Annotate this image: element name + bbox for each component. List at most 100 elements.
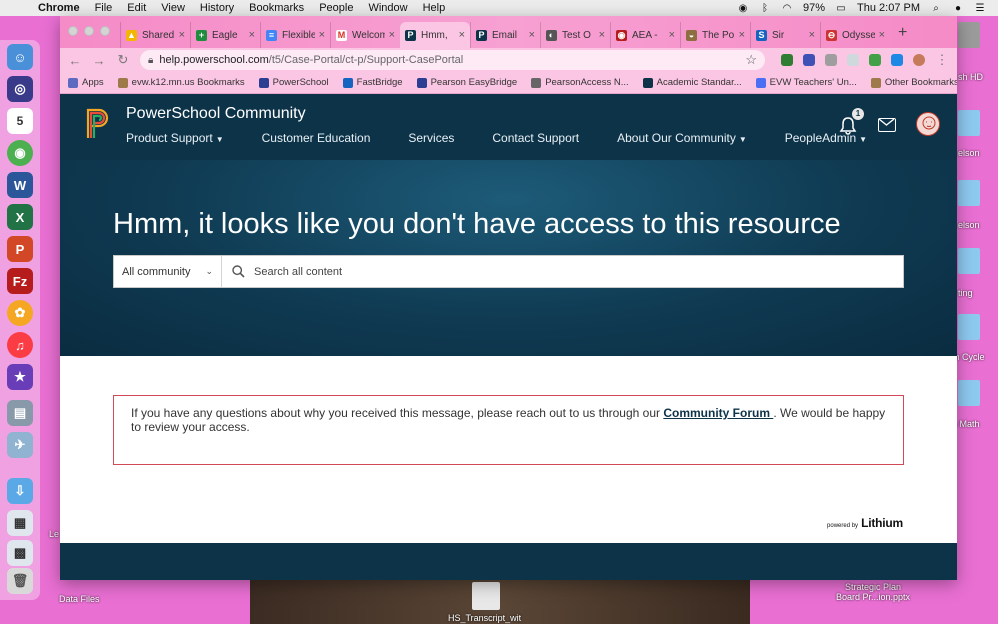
nav-item[interactable]: Services: [408, 131, 454, 145]
tab-close-icon[interactable]: ×: [599, 29, 605, 41]
community-forum-link[interactable]: Community Forum: [663, 406, 773, 420]
desktop-folder-icon[interactable]: [958, 314, 980, 340]
tab-close-icon[interactable]: ×: [459, 29, 465, 41]
menu-app-name[interactable]: Chrome: [38, 2, 80, 14]
address-bar[interactable]: 🔒︎ help.powerschool.com /t5/Case-Portal/…: [140, 50, 765, 70]
browser-tab[interactable]: ◐ Test O ×: [540, 22, 610, 48]
nav-item[interactable]: Product Support ▼: [126, 131, 224, 145]
messages-mail-icon[interactable]: [878, 118, 896, 132]
bookmark-item[interactable]: EVW Teachers' Un...: [755, 77, 857, 88]
nav-item[interactable]: Contact Support: [492, 131, 579, 145]
zoom-window-button[interactable]: [100, 26, 110, 36]
desktop-folder-icon[interactable]: [958, 248, 980, 274]
browser-tab[interactable]: ⊖ Odyssey ×: [820, 22, 890, 48]
siri-dock-icon[interactable]: ◎: [7, 76, 33, 102]
browser-tab[interactable]: ≡ Flexible ×: [260, 22, 330, 48]
bookmark-item[interactable]: Apps: [68, 77, 104, 88]
screenshot-app-icon[interactable]: ▤: [7, 400, 33, 426]
menu-help[interactable]: Help: [423, 2, 446, 14]
desktop-folder-icon[interactable]: [958, 180, 980, 206]
bookmark-item[interactable]: Academic Standar...: [642, 77, 742, 88]
music-icon[interactable]: ♫: [7, 332, 33, 358]
documents-stack-icon[interactable]: ▦: [7, 510, 33, 536]
bookmark-item[interactable]: Other Bookmarks: [870, 77, 957, 88]
browser-tab[interactable]: ◒ The Po ×: [680, 22, 750, 48]
tab-close-icon[interactable]: ×: [179, 29, 185, 41]
tab-close-icon[interactable]: ×: [739, 29, 745, 41]
nav-item[interactable]: Customer Education: [262, 131, 371, 145]
apps-stack-icon[interactable]: ▩: [7, 540, 33, 566]
downloads-folder-icon[interactable]: ⇩: [7, 478, 33, 504]
bookmark-item[interactable]: FastBridge: [342, 77, 403, 88]
forward-button[interactable]: →: [92, 53, 106, 68]
clock[interactable]: Thu 2:07 PM: [857, 2, 920, 14]
spotlight-search-icon[interactable]: ⌕: [930, 3, 942, 14]
site-title[interactable]: PowerSchool Community: [126, 105, 306, 123]
extension-icon[interactable]: [803, 54, 815, 66]
transcript-file-icon[interactable]: [472, 582, 500, 610]
extension-icon[interactable]: [781, 54, 793, 66]
hard-drive-icon[interactable]: [958, 22, 980, 48]
siri-icon[interactable]: ●: [952, 3, 964, 14]
tab-close-icon[interactable]: ×: [389, 29, 395, 41]
menu-history[interactable]: History: [200, 2, 234, 14]
tab-close-icon[interactable]: ×: [879, 29, 885, 41]
powerschool-logo-icon[interactable]: [84, 106, 112, 140]
powerpoint-icon[interactable]: P: [7, 236, 33, 262]
nav-item[interactable]: About Our Community ▼: [617, 131, 747, 145]
user-avatar[interactable]: [916, 112, 940, 136]
wifi-icon[interactable]: ◠: [781, 3, 793, 14]
search-input[interactable]: Search all content: [222, 256, 903, 287]
search-scope-select[interactable]: All community ⌄: [114, 256, 222, 287]
trash-icon[interactable]: 🗑: [7, 568, 33, 594]
chrome-icon[interactable]: ◉: [7, 140, 33, 166]
lock-icon[interactable]: 🔒︎: [148, 55, 153, 66]
filezilla-icon[interactable]: Fz: [7, 268, 33, 294]
tab-close-icon[interactable]: ×: [529, 29, 535, 41]
reload-button[interactable]: ↻: [116, 52, 130, 68]
notification-center-icon[interactable]: ☰: [974, 3, 986, 14]
extension-icon[interactable]: [847, 54, 859, 66]
bookmark-item[interactable]: Pearson EasyBridge: [416, 77, 517, 88]
bookmark-item[interactable]: PearsonAccess N...: [531, 77, 629, 88]
close-window-button[interactable]: [68, 26, 78, 36]
tab-close-icon[interactable]: ×: [669, 29, 675, 41]
finder-icon[interactable]: ☺: [7, 44, 33, 70]
browser-tab[interactable]: P Email ×: [470, 22, 540, 48]
browser-tab[interactable]: + Eagle ×: [190, 22, 260, 48]
calendar-icon[interactable]: 5: [7, 108, 33, 134]
excel-icon[interactable]: X: [7, 204, 33, 230]
tab-close-icon[interactable]: ×: [249, 29, 255, 41]
bookmark-star-icon[interactable]: ☆: [745, 52, 757, 68]
bookmark-item[interactable]: evw.k12.mn.us Bookmarks: [117, 77, 245, 88]
browser-tab[interactable]: M Welcome ×: [330, 22, 400, 48]
creative-cloud-icon[interactable]: ◉: [737, 3, 749, 14]
menu-edit[interactable]: Edit: [127, 2, 146, 14]
profile-avatar-icon[interactable]: [913, 54, 925, 66]
imovie-icon[interactable]: ★: [7, 364, 33, 390]
minimize-window-button[interactable]: [84, 26, 94, 36]
word-icon[interactable]: W: [7, 172, 33, 198]
menu-people[interactable]: People: [319, 2, 353, 14]
battery-icon[interactable]: ▭: [835, 3, 847, 14]
menu-file[interactable]: File: [95, 2, 113, 14]
desktop-folder-icon[interactable]: [958, 380, 980, 406]
menu-window[interactable]: Window: [368, 2, 407, 14]
new-tab-button[interactable]: +: [898, 24, 907, 42]
more-menu-icon[interactable]: ⋮: [935, 52, 949, 68]
back-button[interactable]: ←: [68, 53, 82, 68]
menu-view[interactable]: View: [161, 2, 185, 14]
preview-icon[interactable]: ✈: [7, 432, 33, 458]
extension-icon[interactable]: [825, 54, 837, 66]
extension-icon[interactable]: [869, 54, 881, 66]
tab-close-icon[interactable]: ×: [809, 29, 815, 41]
powered-by-lithium[interactable]: powered by Lithium: [827, 516, 903, 530]
bluetooth-icon[interactable]: ᛒ: [759, 3, 771, 14]
extension-icon[interactable]: [891, 54, 903, 66]
browser-tab[interactable]: P Hmm, ×: [400, 22, 470, 48]
browser-tab[interactable]: S Sir ×: [750, 22, 820, 48]
desktop-folder-icon[interactable]: [958, 110, 980, 136]
browser-tab[interactable]: ▲ Shared ×: [120, 22, 190, 48]
bookmark-item[interactable]: PowerSchool: [258, 77, 329, 88]
tab-close-icon[interactable]: ×: [319, 29, 325, 41]
